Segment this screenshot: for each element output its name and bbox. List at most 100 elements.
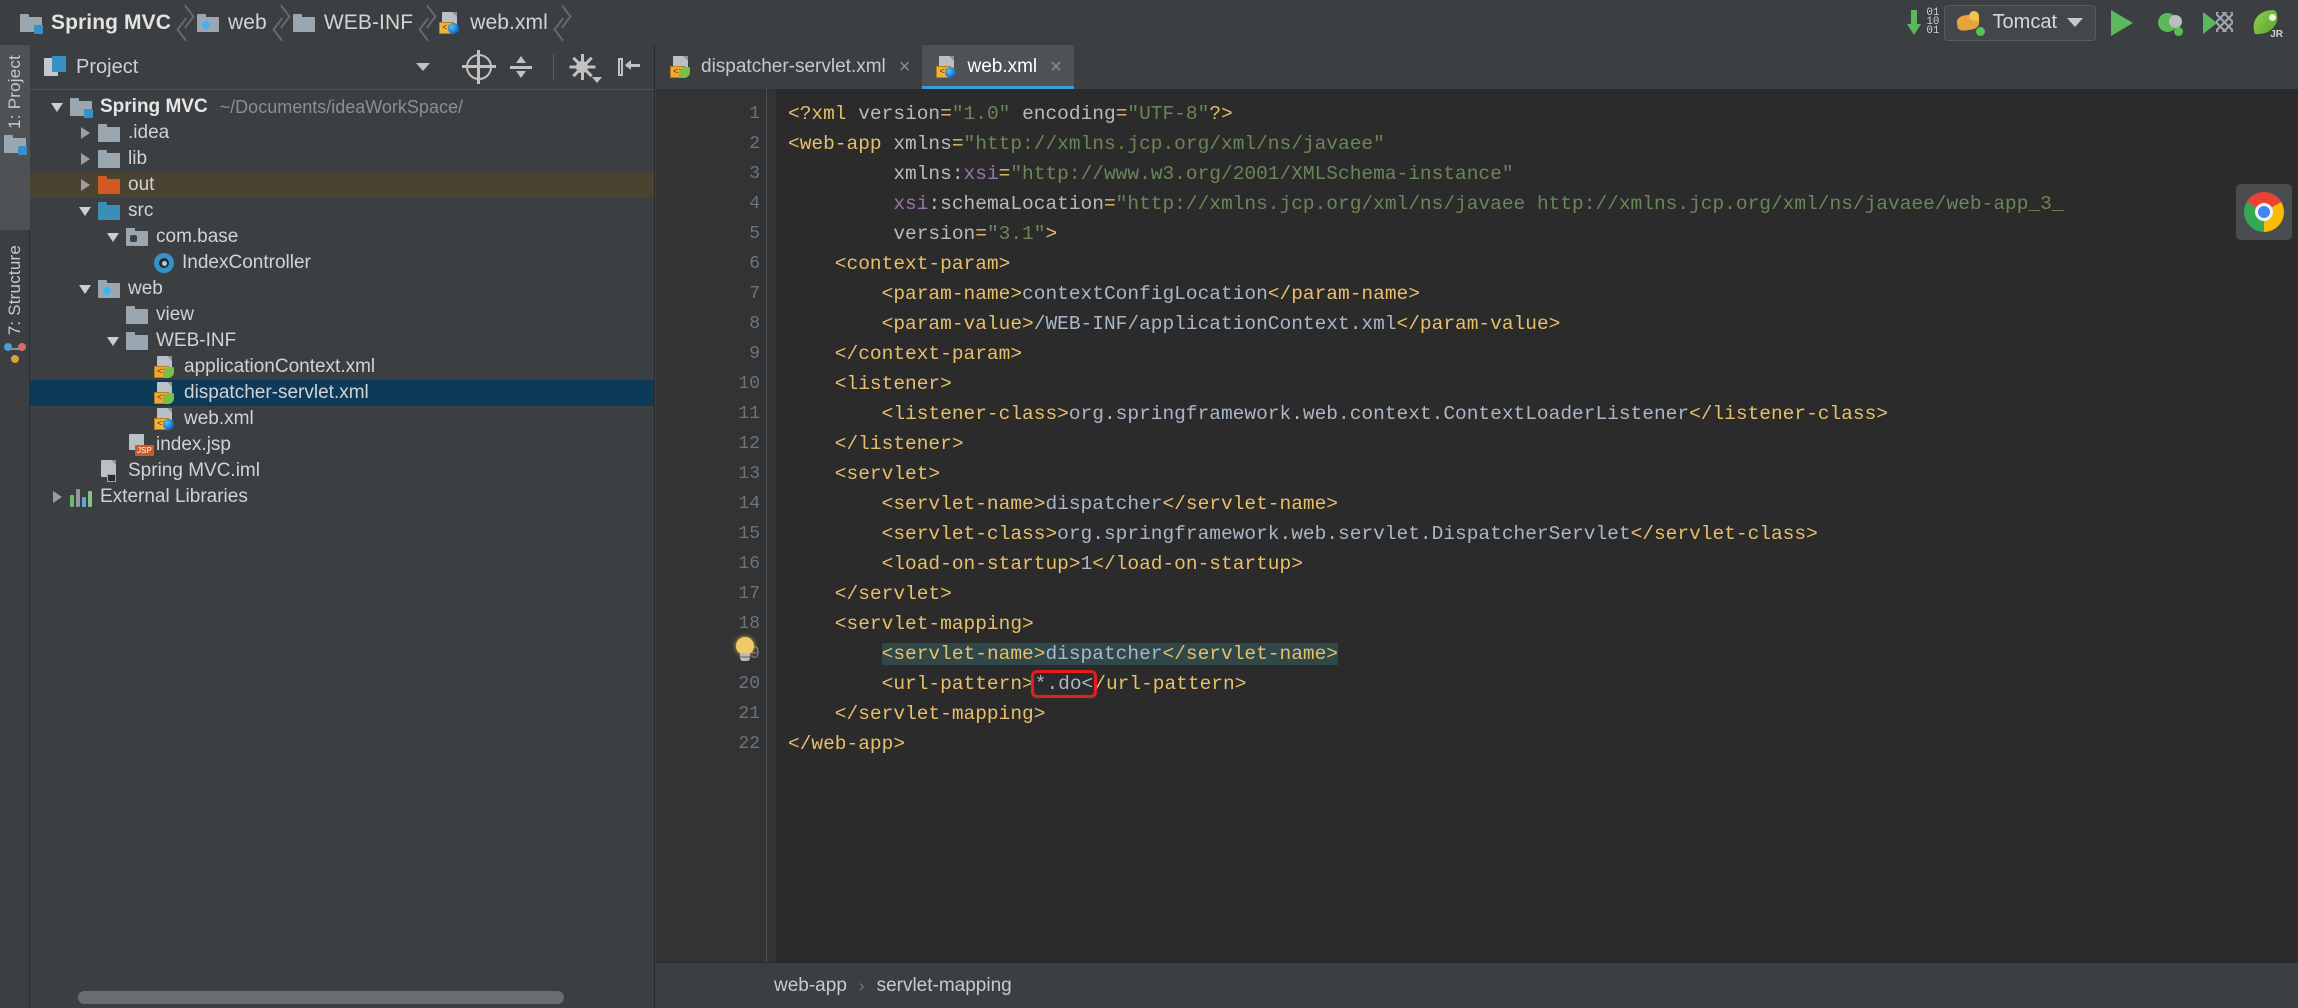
run-configuration-selector[interactable]: Tomcat <box>1943 4 2096 41</box>
breadcrumb-separator-icon <box>552 0 570 45</box>
code-line-13: <servlet> <box>776 459 2298 489</box>
debug-button[interactable] <box>2148 4 2192 42</box>
breadcrumb-item-web-inf[interactable]: WEB-INF <box>289 0 417 45</box>
editor-tab-label: web.xml <box>967 56 1038 77</box>
spring-xml-file-icon: <> <box>154 382 176 404</box>
tree-item-label: .idea <box>128 122 170 143</box>
tree-item-label: lib <box>128 148 148 169</box>
tree-item-web[interactable]: web <box>30 276 654 302</box>
scroll-from-source-button[interactable] <box>462 50 496 84</box>
editor-tab-bar: <> dispatcher-servlet.xml × <> web.xml × <box>656 45 2298 89</box>
code-token: <?xml <box>788 103 859 125</box>
close-icon[interactable]: × <box>1050 56 1062 79</box>
tree-twisty-right-icon[interactable] <box>72 127 98 139</box>
editor-tab-web-xml[interactable]: <> web.xml × <box>922 45 1075 89</box>
code-token: </web-app> <box>788 733 906 755</box>
tomcat-icon <box>1955 10 1985 36</box>
ide-window: Spring MVC web WEB-INF <> web.xml 01 10 01 T… <box>0 0 2298 1008</box>
breadcrumb-label: web <box>228 10 267 34</box>
code-content[interactable]: <?xml version="1.0" encoding="UTF-8"?> <w… <box>776 89 2298 962</box>
project-horizontal-scrollbar[interactable] <box>30 986 654 1008</box>
code-token: 1 <box>1080 553 1093 575</box>
tree-item-spring-mvc-iml[interactable]: Spring MVC.iml <box>30 458 654 484</box>
tree-twisty-right-icon[interactable] <box>72 153 98 165</box>
breadcrumb-item-web-xml[interactable]: <> web.xml <box>435 0 552 45</box>
module-folder-icon <box>20 13 43 34</box>
breadcrumb-item-spring-mvc[interactable]: Spring MVC <box>16 0 175 45</box>
tree-item-view[interactable]: view <box>30 302 654 328</box>
run-button[interactable] <box>2100 4 2144 42</box>
editor-gutter[interactable]: 12345678910111213141516171819202122 <box>656 89 804 962</box>
jrebel-run-button[interactable]: JR <box>2244 4 2288 42</box>
tree-twisty-right-icon[interactable] <box>72 179 98 191</box>
code-token: xmlns <box>893 133 952 155</box>
code-line-2: <web-app xmlns="http://xmlns.jcp.org/xml… <box>776 129 2298 159</box>
tree-item-label: applicationContext.xml <box>184 356 376 377</box>
tree-item-external-libraries[interactable]: External Libraries <box>30 484 654 510</box>
jsp-file-icon: JSP <box>126 434 154 456</box>
line-number: 19 <box>656 639 776 669</box>
code-token: version <box>858 103 941 125</box>
code-line-14: <servlet-name>dispatcher</servlet-name> <box>776 489 2298 519</box>
tree-item-index-controller[interactable]: IndexController <box>30 250 654 276</box>
code-line-1: <?xml version="1.0" encoding="UTF-8"?> <box>776 99 2298 129</box>
breadcrumb-item-web[interactable]: web <box>193 0 271 45</box>
web-xml-file-icon: <> <box>154 408 176 430</box>
sidebar-item-structure[interactable]: 7: Structure <box>0 235 30 445</box>
code-token: xsi <box>963 163 999 185</box>
tree-item-out[interactable]: out <box>30 172 654 198</box>
code-token: dispatcher <box>1045 643 1163 665</box>
folder-icon <box>126 306 148 324</box>
open-in-chrome-button[interactable] <box>2236 184 2292 240</box>
editor-breadcrumb-bar: web-app › servlet-mapping <box>656 962 2298 1008</box>
tree-item-lib[interactable]: lib <box>30 146 654 172</box>
project-tool-window: Project Spring MVC ~/Documents/ideaWorkSp… <box>30 45 655 1008</box>
code-token: = <box>940 103 952 125</box>
tree-twisty-down-icon[interactable] <box>72 206 98 216</box>
tree-twisty-down-icon[interactable] <box>44 102 70 112</box>
tree-twisty-down-icon[interactable] <box>100 336 126 346</box>
scrollbar-thumb[interactable] <box>78 991 564 1004</box>
tree-item-idea[interactable]: .idea <box>30 120 654 146</box>
run-with-coverage-button[interactable] <box>2196 4 2240 42</box>
editor-tab-label: dispatcher-servlet.xml <box>701 56 886 77</box>
tree-item-src[interactable]: src <box>30 198 654 224</box>
code-token: <servlet-class> <box>788 523 1058 545</box>
hide-panel-icon <box>616 55 640 79</box>
project-tree[interactable]: Spring MVC ~/Documents/ideaWorkSpace/ .ide… <box>30 90 654 986</box>
code-token: "http://xmlns.jcp.org/xml/ns/javaee http… <box>1115 193 2064 215</box>
collapse-all-button[interactable] <box>505 51 537 83</box>
sidebar-item-project[interactable]: 1: Project <box>0 45 30 230</box>
breadcrumb-separator-icon <box>271 0 289 45</box>
editor-tab-dispatcher-servlet-xml[interactable]: <> dispatcher-servlet.xml × <box>656 45 922 89</box>
breadcrumb-item[interactable]: web-app <box>774 975 847 997</box>
tree-item-application-context-xml[interactable]: <> applicationContext.xml <box>30 354 654 380</box>
tree-item-label: dispatcher-servlet.xml <box>184 382 369 403</box>
settings-button[interactable] <box>569 51 602 83</box>
breadcrumb-separator-icon <box>175 0 193 45</box>
breadcrumb-separator: › <box>858 975 865 995</box>
tree-item-com-base[interactable]: com.base <box>30 224 654 250</box>
tree-twisty-right-icon[interactable] <box>44 491 70 503</box>
code-token: <param-value> <box>788 313 1034 335</box>
tree-item-dispatcher-servlet-xml[interactable]: <> dispatcher-servlet.xml <box>30 380 654 406</box>
code-token: = <box>975 223 987 245</box>
tree-item-web-inf[interactable]: WEB-INF <box>30 328 654 354</box>
structure-icon <box>4 341 26 364</box>
intention-bulb-icon[interactable] <box>734 637 756 663</box>
close-icon[interactable]: × <box>899 56 911 79</box>
hide-panel-button[interactable] <box>612 51 644 83</box>
breadcrumb-separator-icon <box>417 0 435 45</box>
update-application-button[interactable]: 01 10 01 <box>1907 4 1940 42</box>
tree-twisty-down-icon[interactable] <box>100 232 126 242</box>
code-line-7: <param-name>contextConfigLocation</param… <box>776 279 2298 309</box>
code-token: "http://xmlns.jcp.org/xml/ns/javaee" <box>963 133 1385 155</box>
tree-twisty-down-icon[interactable] <box>72 284 98 294</box>
tree-item-label: Spring MVC <box>100 96 208 117</box>
code-token: </servlet-name> <box>1162 493 1339 515</box>
view-mode-dropdown-button[interactable] <box>407 51 439 83</box>
tree-item-index-jsp[interactable]: JSP index.jsp <box>30 432 654 458</box>
tree-item-spring-mvc[interactable]: Spring MVC ~/Documents/ideaWorkSpace/ <box>30 94 654 120</box>
breadcrumb-item[interactable]: servlet-mapping <box>877 975 1012 997</box>
tree-item-web-xml[interactable]: <> web.xml <box>30 406 654 432</box>
